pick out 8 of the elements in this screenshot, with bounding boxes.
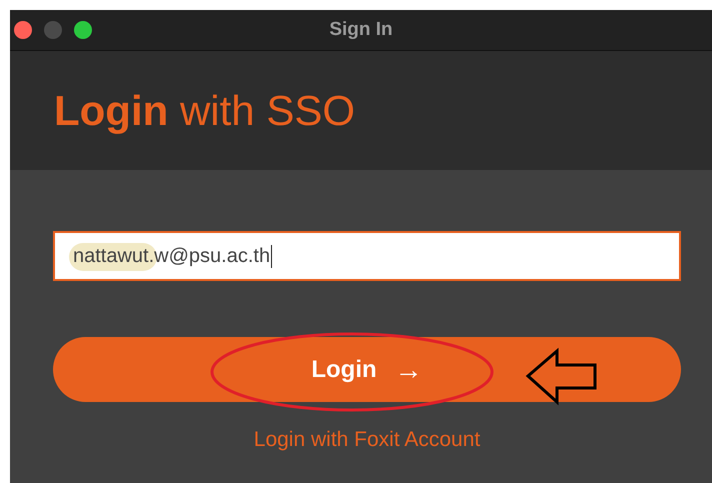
foxit-login-link[interactable]: Login with Foxit Account <box>254 428 480 452</box>
close-icon[interactable] <box>14 21 32 39</box>
annotation-arrow-icon <box>526 348 596 406</box>
zoom-icon[interactable] <box>74 21 92 39</box>
login-button[interactable]: Login → <box>53 337 681 402</box>
email-field[interactable]: nattawut.w@psu.ac.th <box>53 231 681 281</box>
page-heading: Login with SSO <box>54 86 356 134</box>
window-title: Sign In <box>329 19 393 41</box>
